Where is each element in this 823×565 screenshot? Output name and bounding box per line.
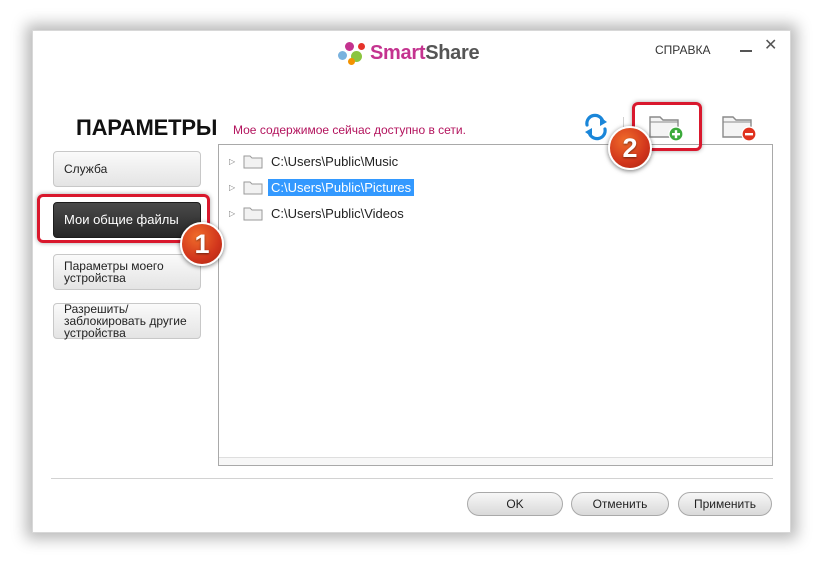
sidebar-item-label: Параметры моего устройства (64, 259, 164, 285)
folder-icon (243, 155, 263, 168)
sidebar-item-allow-block-devices[interactable]: Разрешить/ заблокировать другие устройст… (53, 303, 201, 339)
folder-icon (243, 181, 263, 194)
cancel-button[interactable]: Отменить (571, 492, 669, 516)
help-link[interactable]: СПРАВКА (655, 43, 711, 57)
close-button[interactable]: ✕ (764, 37, 777, 55)
sidebar-item-my-device-settings[interactable]: Параметры моего устройства (53, 254, 201, 290)
apply-button[interactable]: Применить (678, 492, 772, 516)
logo-dots-icon (336, 39, 370, 67)
folder-icon (243, 207, 263, 220)
logo-text-share: Share (425, 41, 480, 64)
step-badge-2: 2 (608, 126, 652, 170)
smartshare-logo: Smart Share (336, 39, 480, 67)
remove-folder-button[interactable] (719, 111, 763, 143)
expand-arrow-icon[interactable]: ▷ (229, 209, 239, 218)
tree-item-videos[interactable]: ▷ C:\Users\Public\Videos (229, 203, 407, 223)
sharing-status-text: Мое содержимое сейчас доступно в сети. (233, 123, 466, 137)
ok-button[interactable]: OK (467, 492, 563, 516)
expand-arrow-icon[interactable]: ▷ (229, 157, 239, 166)
tree-item-music[interactable]: ▷ C:\Users\Public\Music (229, 151, 401, 171)
sidebar-item-label: Разрешить/ заблокировать другие устройст… (64, 302, 187, 340)
tree-item-label: C:\Users\Public\Pictures (268, 178, 415, 196)
page-title: ПАРАМЕТРЫ (76, 115, 218, 140)
tree-item-pictures[interactable]: ▷ C:\Users\Public\Pictures (229, 177, 415, 197)
folder-remove-icon (722, 116, 757, 142)
minimize-button[interactable] (739, 40, 753, 54)
step-badge-1: 1 (180, 222, 224, 266)
sidebar-item-service[interactable]: Служба (53, 151, 201, 187)
tree-item-label: C:\Users\Public\Videos (271, 205, 404, 221)
logo-text-smart: Smart (370, 41, 426, 64)
tree-item-label: C:\Users\Public\Music (271, 153, 399, 169)
tree-scrollbar[interactable] (219, 457, 772, 465)
expand-arrow-icon[interactable]: ▷ (229, 183, 239, 192)
shared-folders-tree[interactable]: ▷ C:\Users\Public\Music ▷ C:\Users\Publi… (218, 144, 773, 466)
sidebar-item-label: Служба (64, 162, 108, 176)
sync-icon[interactable] (582, 113, 610, 141)
footer-divider (51, 478, 773, 479)
